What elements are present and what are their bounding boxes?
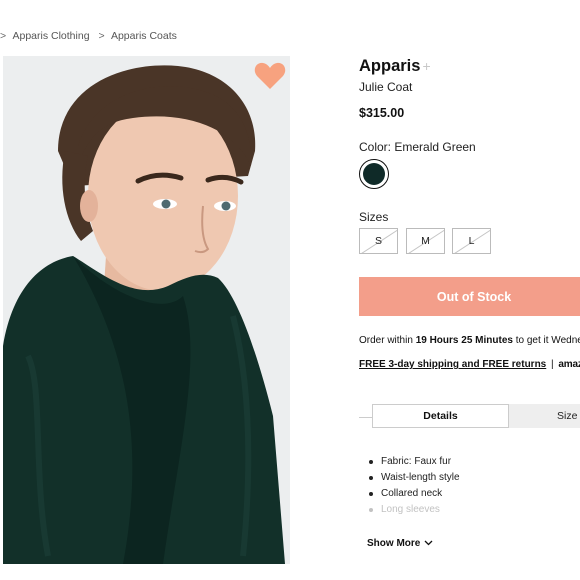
brand-row: Apparis + [359, 57, 431, 76]
size-label: M [421, 235, 430, 247]
plus-icon[interactable]: + [422, 58, 430, 74]
breadcrumb: > Apparis Clothing > Apparis Coats [0, 30, 183, 42]
delivery-estimate: Order within 19 Hours 25 Minutes to get … [359, 335, 580, 346]
brand-name[interactable]: Apparis [359, 57, 420, 75]
free-shipping-link[interactable]: FREE 3-day shipping and FREE returns [359, 359, 546, 370]
list-item: Collared neck [367, 486, 460, 502]
breadcrumb-link-apparis-clothing[interactable]: Apparis Clothing [12, 30, 89, 42]
breadcrumb-link-apparis-coats[interactable]: Apparis Coats [111, 30, 177, 42]
swatch-fill [363, 163, 385, 185]
size-label: L [468, 235, 475, 247]
delivery-prefix: Order within [359, 335, 416, 346]
show-more-button[interactable]: Show More [367, 538, 433, 549]
size-option-l[interactable]: L [452, 228, 491, 254]
heart-icon[interactable] [254, 62, 286, 90]
product-name: Julie Coat [359, 80, 413, 94]
color-swatch-emerald-green[interactable] [359, 159, 389, 189]
out-of-stock-button[interactable]: Out of Stock [359, 277, 580, 316]
sizes-label: Sizes [359, 210, 389, 224]
delivery-suffix: to get it Wednes [515, 335, 580, 346]
list-item: Waist-length style [367, 470, 460, 486]
tab-size-fit[interactable]: Size & [509, 404, 580, 428]
show-more-label: Show More [367, 538, 421, 549]
tab-details[interactable]: Details [372, 404, 509, 428]
amazon-pay-logo: amazonp [558, 359, 580, 370]
size-label: S [374, 235, 382, 247]
delivery-countdown: 19 Hours 25 Minutes [415, 335, 513, 346]
details-list: Fabric: Faux fur Waist-length style Coll… [367, 454, 460, 518]
list-item: Fabric: Faux fur [367, 454, 460, 470]
product-price: $315.00 [359, 106, 405, 120]
shipping-separator: | [551, 359, 554, 370]
breadcrumb-separator: > [0, 30, 7, 42]
color-label: Color: Emerald Green [359, 140, 476, 154]
shipping-info: FREE 3-day shipping and FREE returns | a… [359, 359, 580, 370]
breadcrumb-separator: > [98, 30, 105, 42]
product-image[interactable] [3, 56, 290, 564]
list-item: Long sleeves [367, 502, 460, 518]
size-option-s[interactable]: S [359, 228, 398, 254]
size-option-m[interactable]: M [406, 228, 445, 254]
chevron-down-icon [424, 540, 433, 546]
